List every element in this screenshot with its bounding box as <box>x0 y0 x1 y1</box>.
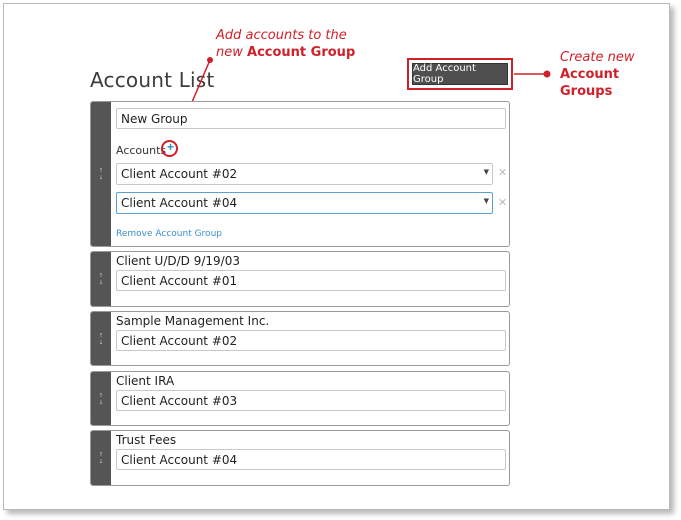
add-account-highlight: + <box>161 140 178 157</box>
group-title: Client U/D/D 9/19/03 <box>116 254 240 268</box>
account-group-card: ↑ ↓ Trust Fees Client Account #04 <box>90 430 510 486</box>
accounts-label: Accounts <box>116 144 167 157</box>
drag-handle-icon: ↑ ↓ <box>99 272 103 286</box>
close-icon[interactable]: ✕ <box>498 166 507 179</box>
account-select[interactable]: Client Account #04 ▼ <box>116 192 493 214</box>
caret-down-icon: ▼ <box>483 168 489 176</box>
account-field[interactable]: Client Account #01 <box>116 270 506 291</box>
drag-handle[interactable]: ↑ ↓ <box>91 252 111 306</box>
drag-handle[interactable]: ↑ ↓ <box>91 102 111 246</box>
caret-down-icon: ▼ <box>483 197 489 205</box>
group-title: Client IRA <box>116 374 175 388</box>
account-field[interactable]: Client Account #02 <box>116 330 506 351</box>
account-field[interactable]: Client Account #04 <box>116 449 506 470</box>
group-title: Sample Management Inc. <box>116 314 270 328</box>
account-group-card: ↑ ↓ Client U/D/D 9/19/03 Client Account #… <box>90 251 510 307</box>
drag-handle-icon: ↑ ↓ <box>99 391 103 406</box>
group-title: Trust Fees <box>116 433 177 447</box>
select-value: Client Account #02 <box>121 167 238 181</box>
account-group-card: ↑ ↓ Client IRA Client Account #03 <box>90 371 510 426</box>
close-icon[interactable]: ✕ <box>498 196 507 209</box>
select-value: Client Account #04 <box>121 196 238 210</box>
account-select[interactable]: Client Account #02 ▼ <box>116 163 493 185</box>
drag-handle-icon: ↑ ↓ <box>99 167 103 181</box>
remove-account-group-link[interactable]: Remove Account Group <box>116 229 222 239</box>
drag-handle[interactable]: ↑ ↓ <box>91 431 111 485</box>
drag-handle[interactable]: ↑ ↓ <box>91 372 111 425</box>
account-field[interactable]: Client Account #03 <box>116 390 506 411</box>
plus-icon[interactable]: + <box>167 140 174 154</box>
account-group-card-new: ↑ ↓ New Group Accounts + Client Account #… <box>90 101 510 247</box>
arrow-dot <box>543 70 551 78</box>
account-group-card: ↑ ↓ Sample Management Inc. Client Account… <box>90 311 510 366</box>
drag-handle-icon: ↑ ↓ <box>99 451 103 465</box>
arrow-dot <box>207 57 213 63</box>
drag-handle[interactable]: ↑ ↓ <box>91 312 111 365</box>
group-name-input[interactable]: New Group <box>116 108 506 129</box>
drag-handle-icon: ↑ ↓ <box>99 331 103 346</box>
